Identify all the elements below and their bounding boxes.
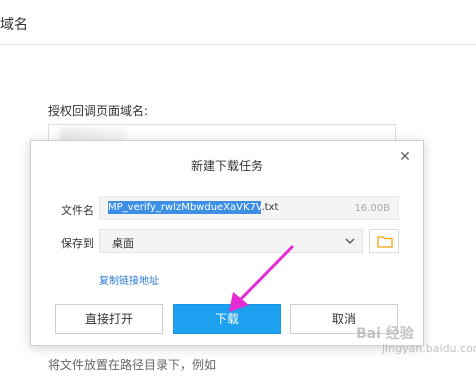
file-name-value: MP_verify_rwlzMbwdueXaVK7V.txt bbox=[108, 201, 279, 214]
close-icon[interactable]: ✕ bbox=[397, 149, 413, 165]
file-name-field[interactable]: MP_verify_rwlzMbwdueXaVK7V.txt 16.00B bbox=[99, 196, 399, 220]
page-title: 域名 bbox=[0, 17, 28, 33]
save-location-value: 桌面 bbox=[112, 237, 134, 250]
folder-icon bbox=[377, 236, 393, 248]
watermark-url: jingyan.baidu.com bbox=[382, 342, 476, 355]
dialog-title: 新建下载任务 bbox=[190, 159, 263, 173]
file-name-extension: .txt bbox=[261, 202, 279, 213]
file-placement-hint: 将文件放置在路径目录下，例如 bbox=[48, 358, 217, 372]
watermark-logo: Bai 经验 bbox=[356, 326, 414, 342]
browse-folder-button[interactable] bbox=[369, 229, 399, 253]
callback-domain-label: 授权回调页面域名: bbox=[48, 104, 149, 118]
copy-link-address[interactable]: 复制链接地址 bbox=[99, 272, 159, 287]
download-dialog: 新建下载任务 ✕ 文件名 MP_verify_rwlzMbwdueXaVK7V.… bbox=[30, 140, 424, 346]
page-header: 域名 bbox=[0, 0, 476, 45]
save-location-select[interactable]: 桌面 bbox=[99, 229, 363, 253]
chevron-down-icon bbox=[345, 238, 355, 244]
file-name-label: 文件名 bbox=[61, 204, 94, 217]
file-name-selection: MP_verify_rwlzMbwdueXaVK7V bbox=[108, 201, 262, 214]
download-button[interactable]: 下载 bbox=[173, 304, 281, 334]
file-size: 16.00B bbox=[354, 203, 391, 214]
save-to-label: 保存到 bbox=[61, 237, 94, 250]
open-directly-button[interactable]: 直接打开 bbox=[55, 304, 163, 334]
